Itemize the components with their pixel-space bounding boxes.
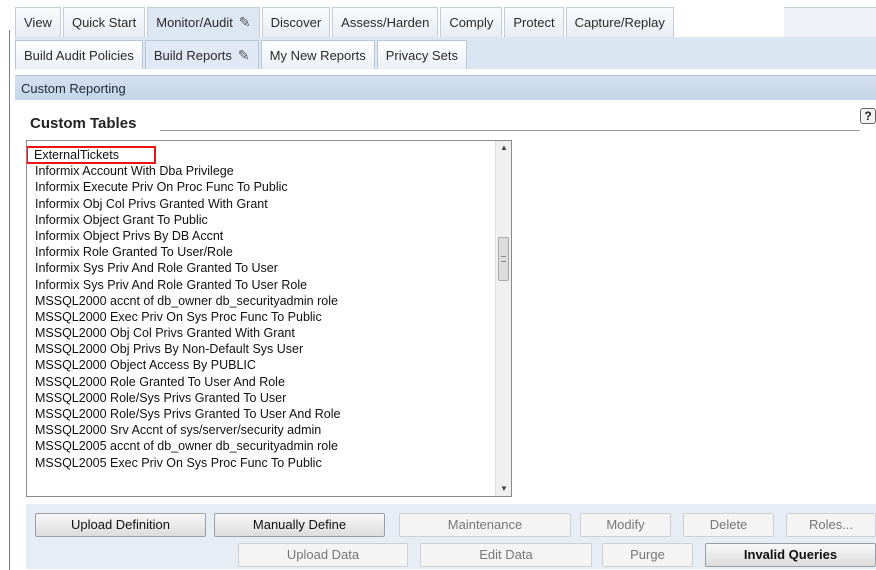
tab-assess-harden[interactable]: Assess/Harden [332,7,439,37]
list-item[interactable]: Informix Object Privs By DB Accnt [27,228,497,244]
tab-monitor-audit[interactable]: Monitor/Audit ✎ [147,7,260,37]
tab-protect[interactable]: Protect [504,7,564,37]
list-item[interactable]: Informix Sys Priv And Role Granted To Us… [27,277,497,293]
list-item[interactable]: Informix Role Granted To User/Role [27,244,497,260]
scroll-up-arrow-icon[interactable]: ▲ [496,141,511,155]
maintenance-button[interactable]: Maintenance [399,513,571,537]
tab-label: Privacy Sets [385,47,458,63]
custom-tables-listbox[interactable]: ExternalTickets Informix Account With Dba… [26,140,512,497]
tab-label: Capture/Replay [574,15,665,30]
title-divider [160,130,860,131]
list-item[interactable]: MSSQL2000 accnt of db_owner db_securitya… [27,293,497,309]
tab-build-reports[interactable]: Build Reports ✎ [144,40,259,69]
list-scrollbar[interactable]: ▲ ▼ [495,141,511,496]
list-item[interactable]: Informix Execute Priv On Proc Func To Pu… [27,179,497,195]
modify-button[interactable]: Modify [580,513,671,537]
list-item[interactable]: ExternalTickets [27,145,156,165]
list-item[interactable]: MSSQL2000 Object Access By PUBLIC [27,357,497,373]
manually-define-button[interactable]: Manually Define [214,513,385,537]
main-tab-bar: View Quick Start Monitor/Audit ✎ Discover… [15,7,676,37]
tab-label: Monitor/Audit [156,15,233,30]
upload-definition-button[interactable]: Upload Definition [35,513,206,537]
pencil-icon[interactable]: ✎ [238,47,250,64]
list-item[interactable]: MSSQL2005 accnt of db_owner db_securitya… [27,438,497,454]
invalid-queries-button[interactable]: Invalid Queries [705,543,876,567]
help-icon[interactable]: ? [860,108,876,124]
tab-view[interactable]: View [15,7,61,37]
list-item[interactable]: Informix Account With Dba Privilege [27,163,497,179]
list-item[interactable]: MSSQL2000 Role Granted To User And Role [27,374,497,390]
custom-tables-list: ExternalTickets Informix Account With Dba… [27,141,497,471]
tab-discover[interactable]: Discover [261,7,331,37]
tab-privacy-sets[interactable]: Privacy Sets [376,40,467,69]
pencil-icon[interactable]: ✎ [239,14,251,31]
tab-capture-replay[interactable]: Capture/Replay [565,7,674,37]
tab-label: Build Reports [153,47,232,63]
panel-title: Custom Tables [30,115,137,132]
list-item[interactable]: MSSQL2005 Exec Priv On Sys Proc Func To … [27,455,497,471]
scrollbar-thumb[interactable] [498,237,509,281]
purge-button[interactable]: Purge [602,543,693,567]
tab-label: My New Reports [269,47,366,63]
upload-data-button[interactable]: Upload Data [238,543,408,567]
roles-button[interactable]: Roles... [786,513,876,537]
scroll-down-arrow-icon[interactable]: ▼ [496,482,511,496]
delete-button[interactable]: Delete [683,513,774,537]
grip-icon [501,256,506,262]
tab-label: Assess/Harden [341,15,430,30]
tab-label: Discover [270,15,322,30]
tab-label: Build Audit Policies [24,47,134,63]
list-item[interactable]: MSSQL2000 Srv Accnt of sys/server/securi… [27,422,497,438]
list-item[interactable]: MSSQL2000 Role/Sys Privs Granted To User [27,390,497,406]
tab-label: View [24,15,52,30]
tab-quick-start[interactable]: Quick Start [62,7,146,37]
tab-label: Quick Start [71,15,137,30]
subtab-bar: Build Audit Policies Build Reports ✎ My N… [15,40,469,69]
tab-my-new-reports[interactable]: My New Reports [260,40,375,69]
tab-build-audit-policies[interactable]: Build Audit Policies [15,40,143,69]
tab-label: Comply [449,15,494,30]
list-item[interactable]: MSSQL2000 Obj Privs By Non-Default Sys U… [27,341,497,357]
list-item[interactable]: MSSQL2000 Exec Priv On Sys Proc Func To … [27,309,497,325]
page-left-border [9,30,10,570]
tab-bar-filler [784,7,876,37]
list-item[interactable]: Informix Object Grant To Public [27,212,497,228]
list-item[interactable]: MSSQL2000 Role/Sys Privs Granted To User… [27,406,497,422]
list-item[interactable]: Informix Obj Col Privs Granted With Gran… [27,196,497,212]
section-header: Custom Reporting [15,75,876,100]
tab-label: Protect [513,15,555,30]
tab-comply[interactable]: Comply [440,7,503,37]
list-item[interactable]: Informix Sys Priv And Role Granted To Us… [27,260,497,276]
edit-data-button[interactable]: Edit Data [420,543,592,567]
section-title: Custom Reporting [21,80,126,96]
list-item[interactable]: MSSQL2000 Obj Col Privs Granted With Gra… [27,325,497,341]
